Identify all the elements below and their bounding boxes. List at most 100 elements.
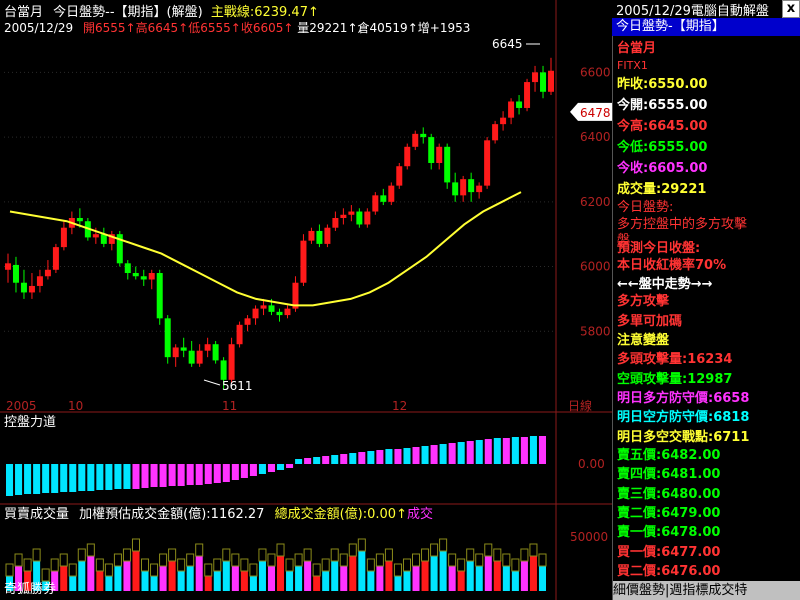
volume-outline [375, 553, 384, 567]
volume-bar [195, 556, 203, 591]
intraday-text-1: 多方攻擊 [617, 294, 670, 309]
volume-outline [14, 553, 23, 567]
candle-body [476, 185, 483, 193]
volume-outline [168, 548, 177, 562]
volume-outline [86, 543, 95, 557]
volume-outline [366, 558, 375, 572]
volume-bar [529, 556, 537, 591]
candle-body [316, 230, 323, 244]
power-bar [258, 464, 266, 474]
candle-body [12, 264, 19, 283]
x-axis-right-label: 日線 [568, 398, 592, 413]
side-footer-tabs[interactable]: 細價盤勢|週指標成交特 [613, 581, 800, 600]
volume-outline [285, 558, 294, 572]
power-bar [313, 457, 321, 464]
volume-outline [430, 543, 439, 557]
candle-body [492, 124, 499, 141]
y-tick-label: 5800 [580, 324, 611, 338]
bid-2: 買二價:6476.00 [617, 564, 721, 579]
volume-outline [457, 558, 466, 572]
volume-bar [258, 561, 266, 591]
volume-outline [249, 563, 258, 577]
candle-body [428, 137, 435, 163]
candle-body [44, 269, 51, 277]
power-bar [304, 458, 312, 464]
candle-body [532, 72, 539, 83]
candle-body [92, 234, 99, 238]
power-bar [231, 464, 239, 480]
ask-4: 賣四價:6481.00 [617, 467, 721, 482]
today-close: 今收:6605.00 [617, 161, 708, 176]
main-line-ma [9, 191, 522, 307]
volume-outline [131, 538, 140, 552]
power-bar [132, 464, 140, 489]
candle-body [180, 347, 187, 351]
volume-bar [502, 566, 510, 591]
x-tick-label: 10 [68, 399, 83, 413]
power-bar [394, 449, 402, 464]
volume-bar [376, 566, 384, 591]
candle-body [420, 133, 427, 138]
y-tick-label: 6400 [580, 130, 611, 144]
candle-body [548, 70, 555, 92]
candle-body [516, 101, 523, 108]
volume-outline [484, 543, 493, 557]
volume-bar [484, 556, 492, 591]
volume-outline [502, 553, 511, 567]
power-bar [123, 464, 131, 489]
candle-body [332, 218, 339, 228]
volume-metric-1: 加權預估成交金額(億):1162.27 [79, 507, 265, 522]
power-bar [159, 464, 167, 487]
power-bar [177, 464, 185, 486]
power-bar [33, 464, 41, 494]
volume-bar [322, 571, 330, 591]
volume-bar [358, 551, 366, 591]
power-bar [267, 464, 275, 472]
close-icon[interactable]: x [782, 0, 800, 18]
candle-body [436, 146, 443, 163]
volume-bar [457, 571, 465, 591]
intraday-text-2: 多單可加碼 [617, 314, 683, 329]
volume-bar [69, 576, 77, 591]
volume-outline [475, 553, 484, 567]
volume-outline [339, 553, 348, 567]
power-bar [222, 464, 230, 482]
volume-outline [448, 553, 457, 567]
candle-body [300, 240, 307, 283]
power-bar [277, 464, 285, 470]
candle-body [148, 273, 155, 280]
power-bar [502, 438, 510, 464]
volume-bar [177, 571, 185, 591]
power-bar [457, 442, 465, 464]
power-bar [367, 451, 375, 464]
candlestick-chart[interactable]: 6600 6400 6200 6000 5800 2005 10 11 12 日線 6645 5611… [0, 0, 612, 413]
volume-bar [277, 556, 285, 591]
candle-body [212, 344, 219, 361]
up-arrow-icon: ↑ [396, 507, 407, 522]
volume-metric-2: 總成交金額(億):0.00 [274, 507, 397, 522]
volume-bar [403, 571, 411, 591]
brand-label: 奇狐勝券 [4, 582, 57, 597]
candle-body [260, 305, 267, 309]
volume-bar [222, 561, 230, 591]
candle-body [188, 350, 195, 364]
low-annotation-leader [203, 379, 221, 386]
power-bar [6, 464, 14, 496]
volume-outline [159, 553, 168, 567]
candle-body [348, 211, 355, 215]
volume-outline [276, 543, 285, 557]
candle-body [76, 218, 83, 222]
candle-body [204, 344, 211, 351]
volume-bar [141, 571, 149, 591]
candle-body [228, 344, 235, 380]
volume-outline [41, 568, 50, 582]
candle-body [244, 318, 251, 325]
candle-body [340, 214, 347, 218]
power-bar [105, 464, 113, 490]
candle-body [468, 179, 475, 193]
control-power-chart[interactable]: 0.00 [0, 413, 612, 505]
volume-bar [394, 576, 402, 591]
side-panel-date-title: 2005/12/29電腦自動解盤 [612, 0, 800, 19]
power-bar [484, 439, 492, 464]
power-bar [51, 464, 59, 493]
